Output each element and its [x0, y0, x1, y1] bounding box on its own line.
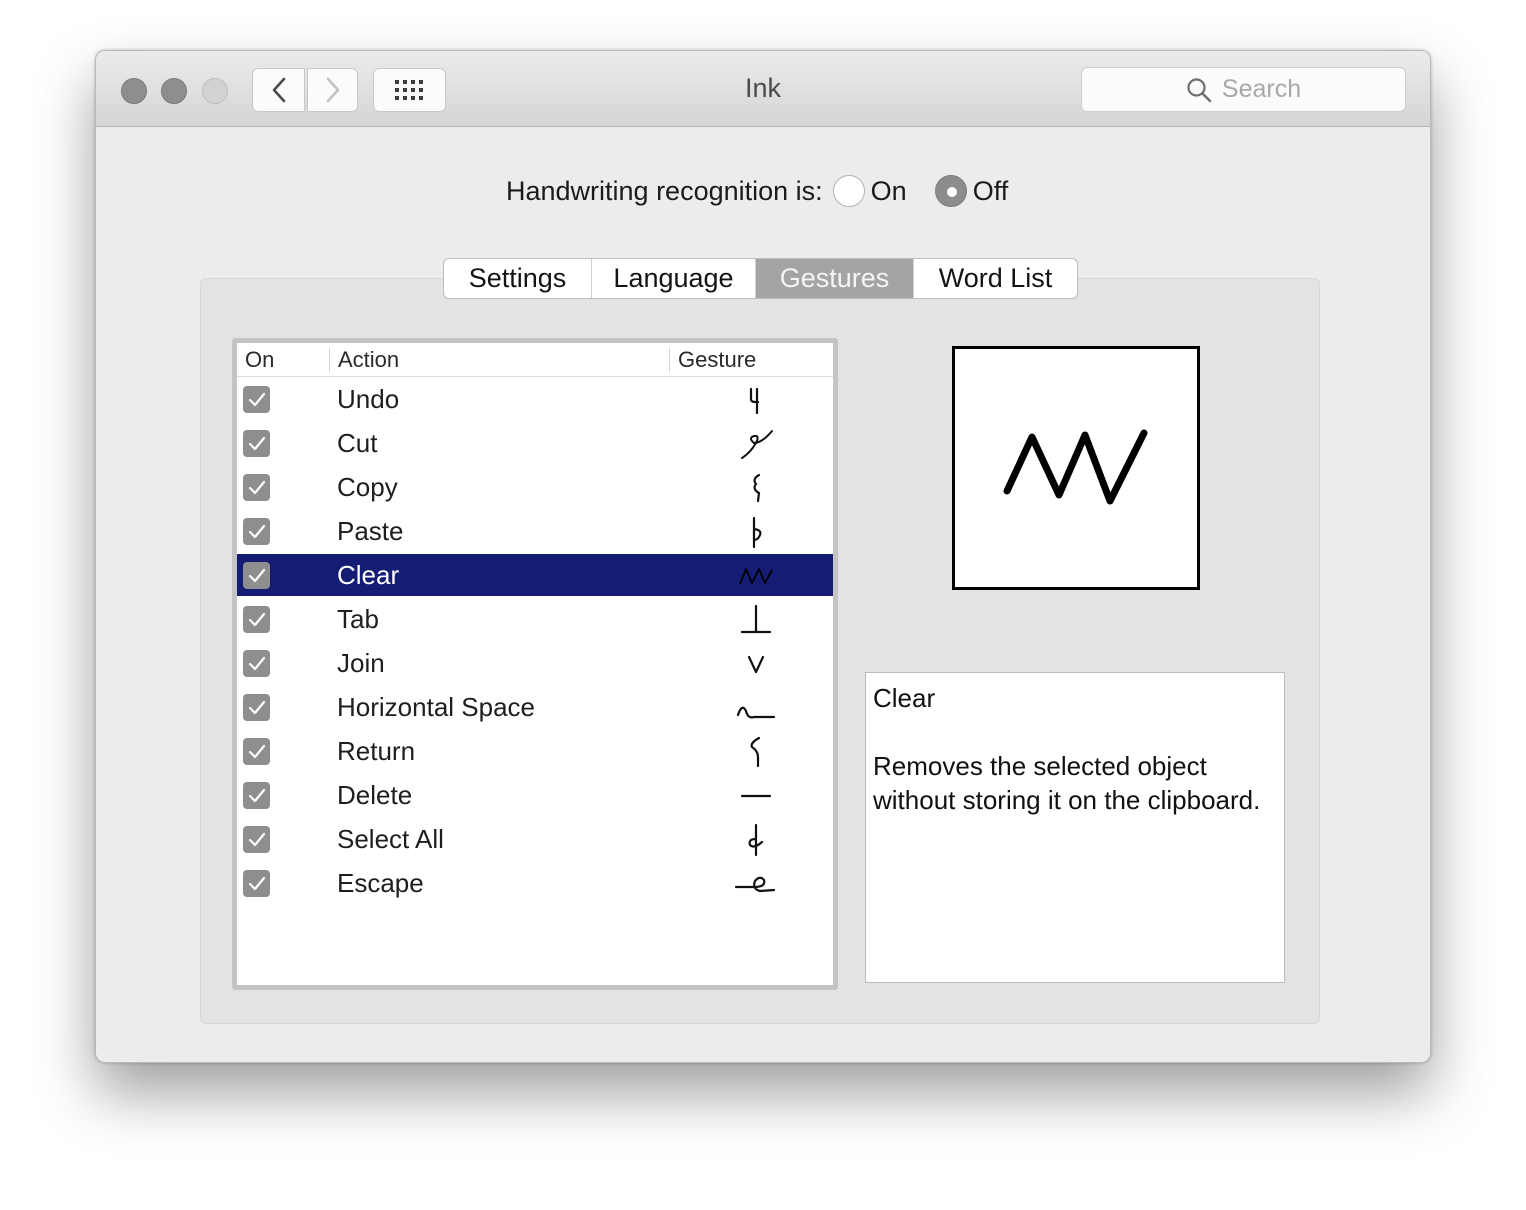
- preferences-window: Ink Search Handwriting recognition is: O…: [95, 50, 1431, 1063]
- tab-language[interactable]: Language: [592, 259, 756, 298]
- checkmark-icon: [248, 656, 265, 670]
- recognition-row: Handwriting recognition is: On Off: [506, 175, 1008, 207]
- description-title: Clear: [873, 683, 936, 713]
- search-placeholder: Search: [1221, 75, 1302, 103]
- gesture-tab-icon: [740, 604, 772, 634]
- action-label: Undo: [337, 384, 400, 414]
- table-row[interactable]: Undo: [237, 378, 833, 420]
- recognition-off-label[interactable]: Off: [973, 176, 1009, 207]
- table-row[interactable]: Clear: [237, 554, 833, 596]
- action-label: Return: [337, 736, 416, 766]
- gesture-join-icon: [747, 655, 765, 674]
- action-label: Clear: [337, 560, 400, 590]
- gesture-delete-icon: [740, 794, 772, 798]
- table-row[interactable]: Tab: [237, 598, 833, 640]
- gesture-cut-icon: [741, 430, 773, 459]
- checkmark-icon: [248, 788, 265, 802]
- search-field[interactable]: Search: [1081, 67, 1406, 112]
- checkmark-icon: [248, 480, 265, 494]
- action-label: Select All: [337, 824, 444, 854]
- action-label: Horizontal Space: [337, 692, 535, 722]
- tab-settings[interactable]: Settings: [444, 259, 592, 298]
- checkmark-icon: [248, 744, 265, 758]
- checkmark-icon: [248, 876, 265, 890]
- column-header-action[interactable]: Action: [338, 347, 399, 373]
- enabled-checkbox[interactable]: [243, 562, 270, 589]
- table-row[interactable]: Copy: [237, 466, 833, 508]
- search-icon: [1187, 77, 1212, 102]
- table-row[interactable]: Return: [237, 730, 833, 772]
- enabled-checkbox[interactable]: [243, 870, 270, 897]
- gesture-return-icon: [750, 736, 761, 768]
- checkmark-icon: [248, 568, 265, 582]
- gesture-copy-icon: [753, 473, 761, 503]
- checkmark-icon: [248, 612, 265, 626]
- enabled-checkbox[interactable]: [243, 738, 270, 765]
- recognition-label: Handwriting recognition is:: [506, 175, 823, 206]
- checkmark-icon: [248, 524, 265, 538]
- gesture-undo-icon: [749, 387, 760, 415]
- action-label: Delete: [337, 780, 413, 810]
- enabled-checkbox[interactable]: [243, 782, 270, 809]
- gesture-paste-icon: [752, 516, 762, 549]
- checkmark-icon: [248, 436, 265, 450]
- enabled-checkbox[interactable]: [243, 650, 270, 677]
- table-row[interactable]: Delete: [237, 774, 833, 816]
- recognition-off-radio[interactable]: [934, 175, 967, 207]
- tab-gestures[interactable]: Gestures: [756, 259, 914, 298]
- gesture-horizontal-space-icon: [736, 706, 776, 719]
- action-label: Paste: [337, 516, 404, 546]
- action-label: Tab: [337, 604, 379, 634]
- action-label: Cut: [337, 428, 378, 458]
- column-header-gesture[interactable]: Gesture: [678, 347, 756, 373]
- checkmark-icon: [248, 832, 265, 846]
- description-text: Removes the selected object without stor…: [873, 751, 1261, 815]
- gesture-description-box: Clear Removes the selected object withou…: [865, 672, 1285, 983]
- action-label: Escape: [337, 868, 424, 898]
- enabled-checkbox[interactable]: [243, 518, 270, 545]
- enabled-checkbox[interactable]: [243, 386, 270, 413]
- table-row[interactable]: Horizontal Space: [237, 686, 833, 728]
- gesture-select-all-icon: [748, 823, 764, 857]
- table-row[interactable]: Cut: [237, 422, 833, 464]
- table-row[interactable]: Escape: [237, 862, 833, 904]
- table-row[interactable]: Join: [237, 642, 833, 684]
- gesture-escape-icon: [734, 876, 776, 893]
- gesture-clear-icon: [739, 568, 773, 585]
- recognition-on-radio[interactable]: [832, 175, 865, 207]
- enabled-checkbox[interactable]: [243, 826, 270, 853]
- gesture-clear-preview-icon: [1003, 429, 1148, 505]
- action-label: Copy: [337, 472, 398, 502]
- title-bar: Ink Search: [96, 51, 1430, 127]
- table-row[interactable]: Select All: [237, 818, 833, 860]
- tab-word-list[interactable]: Word List: [914, 259, 1077, 298]
- enabled-checkbox[interactable]: [243, 606, 270, 633]
- table-header: On Action Gesture: [237, 343, 833, 377]
- checkmark-icon: [248, 700, 265, 714]
- checkmark-icon: [248, 392, 265, 406]
- enabled-checkbox[interactable]: [243, 474, 270, 501]
- enabled-checkbox[interactable]: [243, 694, 270, 721]
- recognition-on-label[interactable]: On: [871, 176, 907, 207]
- gestures-table: On Action Gesture Undo Cut Copy Paste Cl…: [232, 338, 838, 990]
- gesture-preview: [952, 346, 1200, 590]
- enabled-checkbox[interactable]: [243, 430, 270, 457]
- table-row[interactable]: Paste: [237, 510, 833, 552]
- action-label: Join: [337, 648, 385, 678]
- tab-bar: Settings Language Gestures Word List: [443, 258, 1078, 299]
- column-header-on[interactable]: On: [245, 347, 274, 373]
